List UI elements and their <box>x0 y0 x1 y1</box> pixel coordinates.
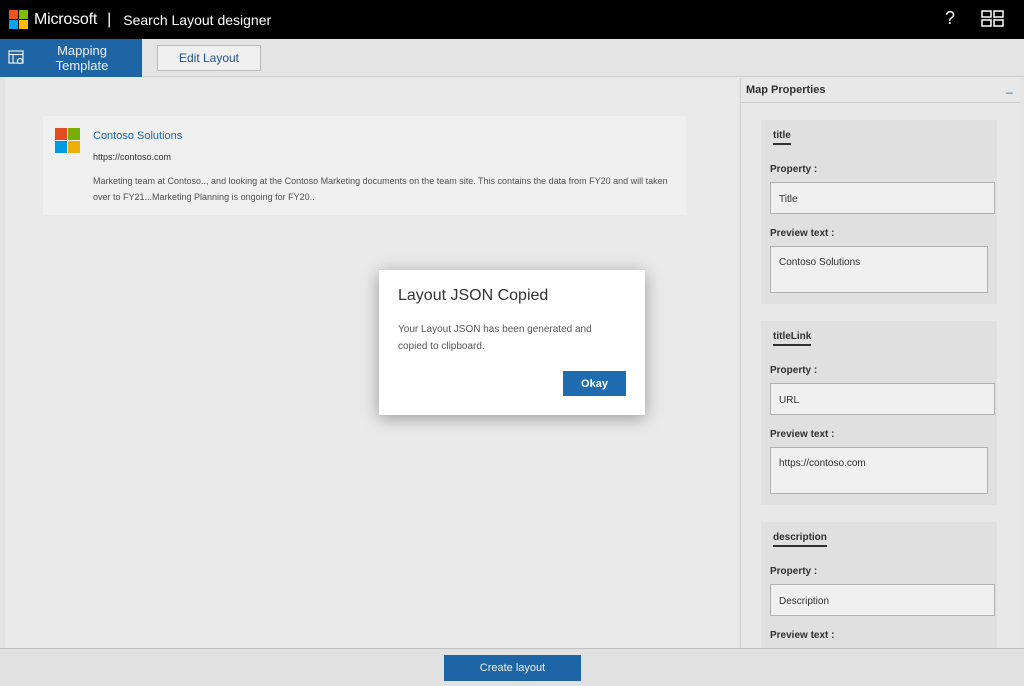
dialog-title: Layout JSON Copied <box>398 287 549 304</box>
layout-grid-icon[interactable] <box>981 10 1004 27</box>
dialog-message: Your Layout JSON has been generated and … <box>398 324 592 352</box>
top-bar: Microsoft | Search Layout designer ? <box>0 0 1024 39</box>
microsoft-logo-icon <box>9 10 28 29</box>
okay-button[interactable]: Okay <box>563 371 626 396</box>
app-title: Search Layout designer <box>123 11 272 28</box>
help-icon[interactable]: ? <box>945 8 955 29</box>
layout-json-copied-dialog: Layout JSON Copied Your Layout JSON has … <box>379 270 645 415</box>
brand-name: Microsoft <box>34 10 98 28</box>
title-separator: | <box>107 10 112 28</box>
